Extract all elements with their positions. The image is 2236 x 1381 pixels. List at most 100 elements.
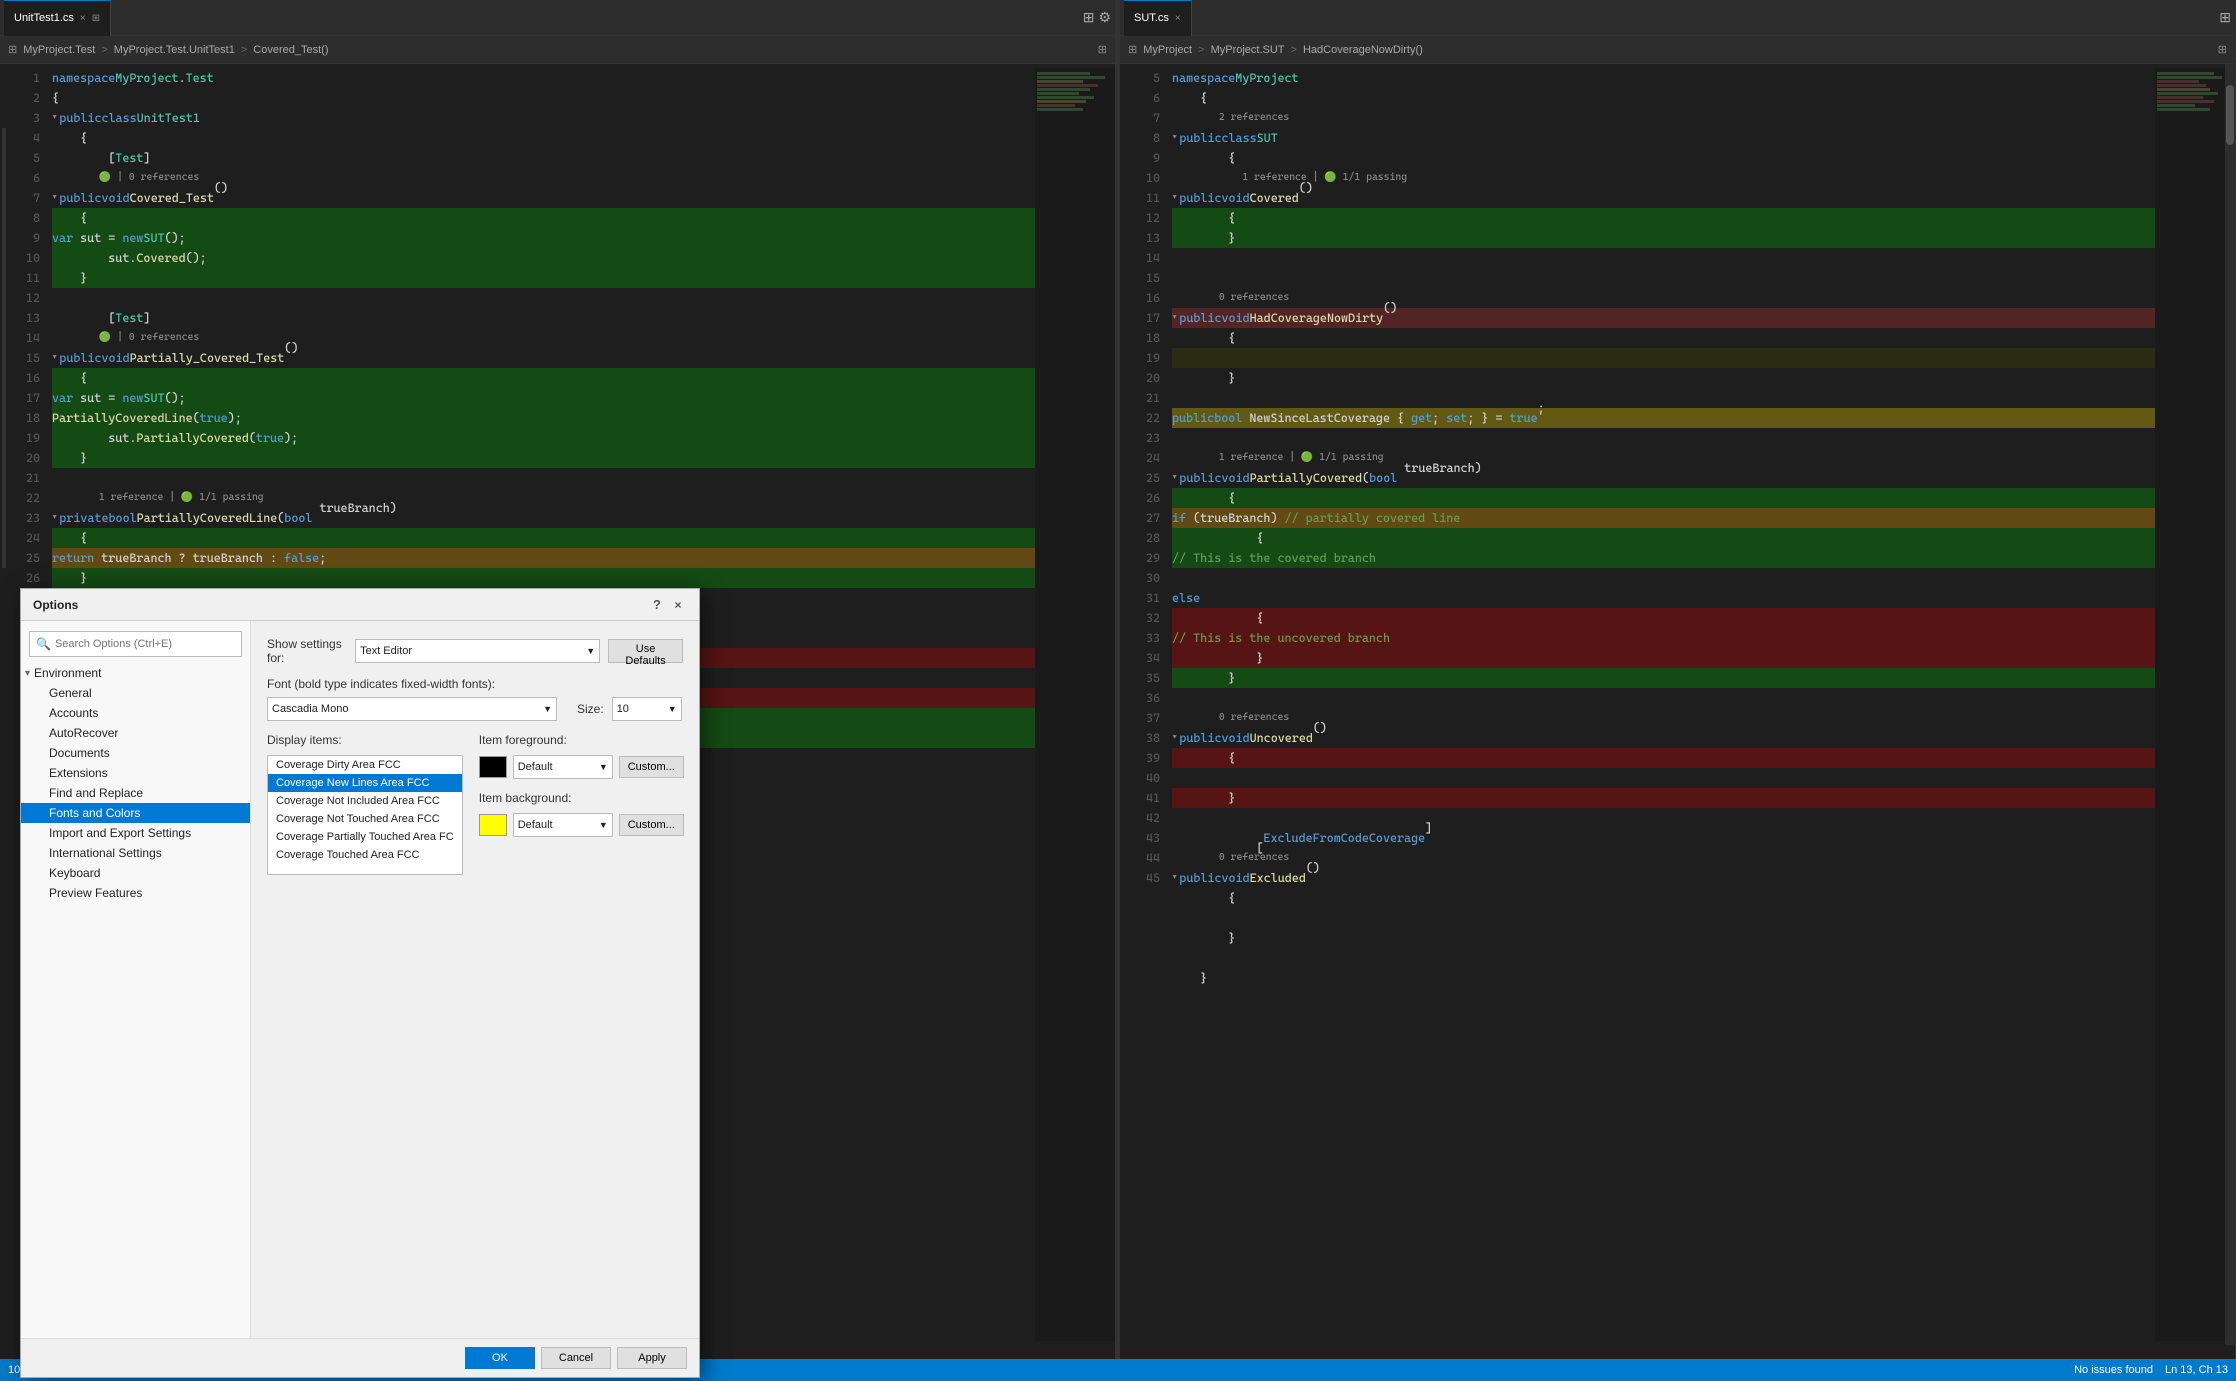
sidebar-item-international[interactable]: International Settings [21,843,250,863]
tree-item-environment[interactable]: ▾ Environment [21,663,250,683]
fg-dropdown[interactable]: Default ▼ [513,755,613,779]
code-line: } [52,448,1035,468]
left-breadcrumb-expand[interactable]: ⊞ [1098,43,1107,56]
code-line: // This is the covered branch [1172,548,2155,568]
sidebar-item-accounts[interactable]: Accounts [21,703,250,723]
code-line [52,288,1035,308]
fg-value: Default [518,761,553,773]
sidebar-label-find-replace: Find and Replace [49,786,143,800]
code-line: [Test] [52,308,1035,328]
sidebar-item-fonts-colors[interactable]: Fonts and Colors [21,803,250,823]
left-tab-close[interactable]: × [80,13,86,24]
code-line: { [52,528,1035,548]
code-line: ▾ public void Partially_Covered_Test() [52,348,1035,368]
right-breadcrumb-class[interactable]: MyProject.SUT [1211,44,1285,56]
collapse-icon[interactable]: ▾ [52,188,57,208]
right-tab-close[interactable]: × [1175,13,1181,24]
sidebar-item-preview[interactable]: Preview Features [21,883,250,903]
collapse-icon[interactable]: ▾ [1172,468,1177,488]
sidebar-item-general[interactable]: General [21,683,250,703]
left-pane-gear[interactable]: ⚙ [1098,9,1111,26]
dialog-title-bar: Options ? × [21,589,699,621]
collapse-icon[interactable]: ▾ [52,348,57,368]
fg-color-row: Default ▼ Custom... [479,755,684,779]
collapse-icon[interactable]: ▾ [1172,128,1177,148]
code-line: ▾ private bool PartiallyCoveredLine(bool… [52,508,1035,528]
collapse-icon[interactable]: ▾ [52,108,57,128]
right-breadcrumb-method[interactable]: HadCoverageNowDirty() [1303,44,1423,56]
use-defaults-button[interactable]: Use Defaults [608,639,683,663]
list-item-3[interactable]: Coverage Not Touched Area FCC [268,810,462,828]
ref-hint-line: 0 references [1172,288,2155,308]
code-line [52,468,1035,488]
sidebar-label-autorecover: AutoRecover [49,726,118,740]
size-dropdown[interactable]: 10 ▼ [612,697,682,721]
collapse-icon[interactable]: ▾ [1172,188,1177,208]
left-tab-unitTest[interactable]: UnitTest1.cs × ⊞ [4,0,111,36]
code-line: ▾ public void HadCoverageNowDirty() [1172,308,2155,328]
code-line: { [1172,528,2155,548]
code-line [1172,248,2155,268]
dialog-help-btn[interactable]: ? [653,597,661,612]
search-box[interactable]: 🔍 [29,631,242,657]
sidebar-label-fonts-colors: Fonts and Colors [49,806,140,820]
sidebar-item-keyboard[interactable]: Keyboard [21,863,250,883]
code-line: ▾ public void Covered_Test() [52,188,1035,208]
right-pane-expand[interactable]: ⊞ [2219,9,2231,26]
chevron-down-icon: ▼ [599,820,608,830]
code-line [1172,948,2155,968]
chevron-down-icon: ▼ [586,646,595,656]
dialog-close-btn[interactable]: × [669,596,687,614]
right-breadcrumb-expand[interactable]: ⊞ [2218,43,2227,56]
right-breadcrumb-project[interactable]: MyProject [1143,44,1192,56]
apply-button[interactable]: Apply [617,1347,687,1369]
left-minimap [1035,68,1115,1341]
list-item-5[interactable]: Coverage Touched Area FCC [268,846,462,864]
collapse-icon[interactable]: ▾ [1172,308,1177,328]
list-item-4[interactable]: Coverage Partially Touched Area FC [268,828,462,846]
cancel-button[interactable]: Cancel [541,1347,611,1369]
font-dropdown[interactable]: Cascadia Mono ▼ [267,697,557,721]
tree-label-environment: Environment [34,666,101,680]
display-items-listbox[interactable]: Coverage Dirty Area FCC Coverage New Lin… [267,755,463,875]
right-scrollbar[interactable] [2225,68,2235,1341]
bg-dropdown[interactable]: Default ▼ [513,813,613,837]
bg-color-swatch [479,814,507,836]
left-tab-split[interactable]: ⊞ [92,13,100,24]
bg-custom-btn[interactable]: Custom... [619,814,684,836]
left-breadcrumb-class[interactable]: MyProject.Test.UnitTest1 [114,44,235,56]
collapse-icon[interactable]: ▾ [1172,728,1177,748]
left-breadcrumb-project[interactable]: MyProject.Test [23,44,95,56]
left-pane-expand[interactable]: ⊞ [1083,9,1095,26]
sidebar-label-accounts: Accounts [49,706,98,720]
list-item-2[interactable]: Coverage Not Included Area FCC [268,792,462,810]
code-line: sut.PartiallyCovered(true); [52,428,1035,448]
scrollbar-thumb[interactable] [2226,85,2234,145]
sidebar-item-find-replace[interactable]: Find and Replace [21,783,250,803]
collapse-icon[interactable]: ▾ [1172,868,1177,888]
list-item-0[interactable]: Coverage Dirty Area FCC [268,756,462,774]
left-breadcrumb-method[interactable]: Covered_Test() [253,44,328,56]
code-line [1172,348,2155,368]
ok-button[interactable]: OK [465,1347,535,1369]
display-items-label: Display items: [267,733,463,747]
chevron-down-icon: ▼ [543,704,552,714]
sidebar-item-autorecover[interactable]: AutoRecover [21,723,250,743]
collapse-icon[interactable]: ▾ [52,508,57,528]
sidebar-item-import-export[interactable]: Import and Export Settings [21,823,250,843]
sidebar-item-extensions[interactable]: Extensions [21,763,250,783]
settings-for-dropdown[interactable]: Text Editor ▼ [355,639,600,663]
size-value: 10 [617,703,629,715]
right-tab-sut[interactable]: SUT.cs × [1124,0,1192,36]
code-line: namespace MyProject [1172,68,2155,88]
code-line: { [52,88,1035,108]
sidebar-item-documents[interactable]: Documents [21,743,250,763]
code-line [1172,908,2155,928]
list-item-1[interactable]: Coverage New Lines Area FCC [268,774,462,792]
fg-custom-btn[interactable]: Custom... [619,756,684,778]
sidebar-label-extensions: Extensions [49,766,108,780]
code-line [1172,568,2155,588]
code-line: { [1172,608,2155,628]
left-breadcrumb-icon: ⊞ [8,43,17,56]
search-input[interactable] [55,638,235,650]
